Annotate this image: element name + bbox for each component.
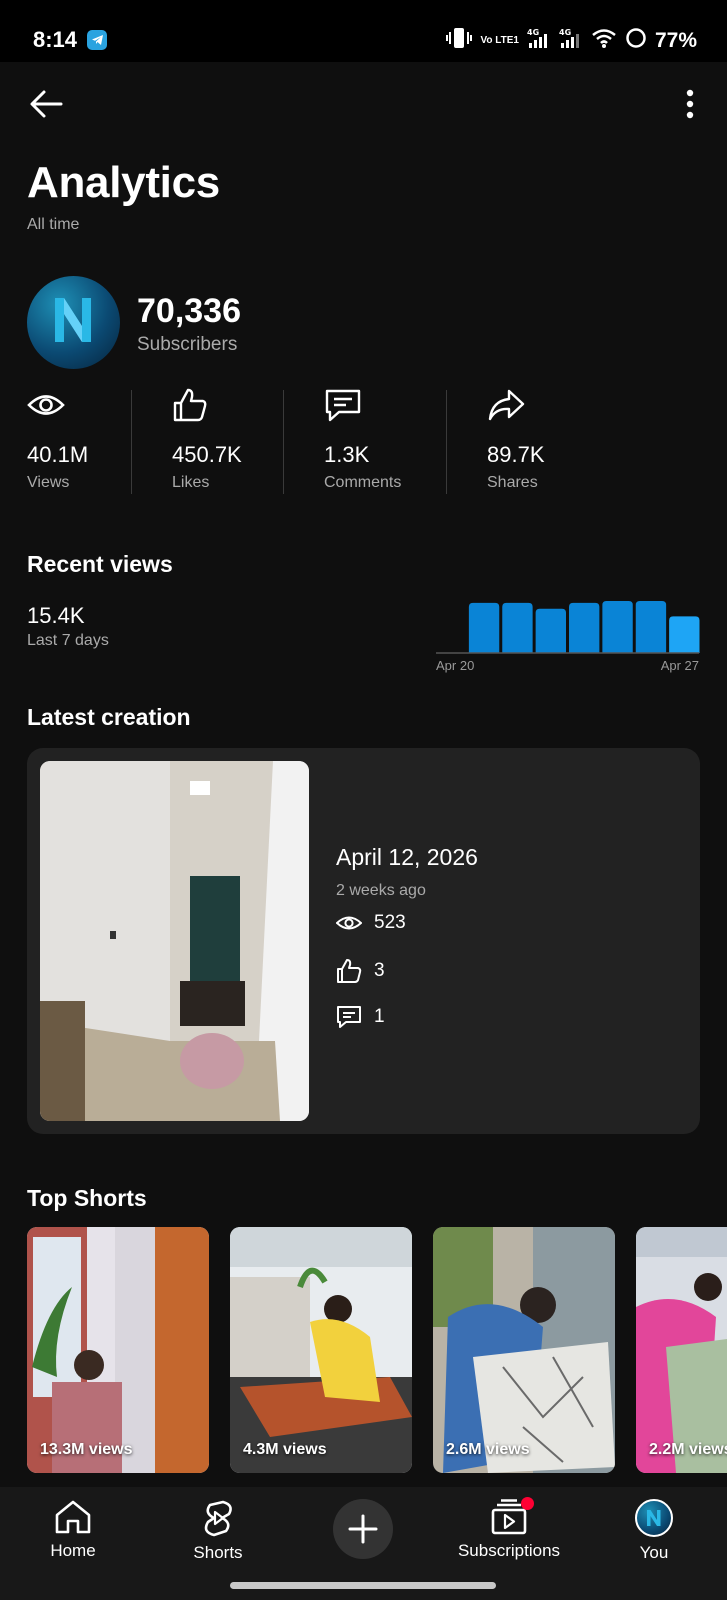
eye-icon (336, 916, 362, 930)
stat-label: Comments (324, 474, 402, 491)
chart-bar (602, 601, 633, 653)
short-thumbnail[interactable]: 2.6M views (433, 1227, 615, 1473)
more-options-button[interactable] (668, 84, 712, 124)
stat-label: Views (27, 474, 70, 491)
volte-label: Vo LTE1 (480, 35, 519, 46)
more-vert-icon (686, 89, 694, 119)
short-views-label: 13.3M views (40, 1441, 133, 1458)
stat-value: 1.3K (324, 442, 370, 467)
divider (131, 390, 132, 494)
share-icon (488, 389, 525, 421)
comment-icon (337, 1006, 361, 1028)
eye-icon (27, 395, 65, 415)
signal-2-icon: 4G (559, 27, 583, 55)
nav-subscriptions-label: Subscriptions (457, 1541, 561, 1560)
latest-video-likes: 3 (336, 958, 385, 984)
latest-video-views-value: 523 (374, 912, 406, 933)
nav-shorts-label: Shorts (193, 1543, 243, 1562)
chart-bar (502, 602, 533, 653)
stat-value: 89.7K (487, 442, 545, 467)
nav-shorts[interactable]: Shorts (158, 1499, 278, 1563)
you-avatar (635, 1499, 673, 1537)
svg-text:4G: 4G (559, 28, 571, 37)
short-thumbnail[interactable]: 4.3M views (230, 1227, 412, 1473)
divider (446, 390, 447, 494)
signal-1-icon: 4G (527, 27, 551, 55)
chart-bar (669, 616, 700, 653)
recent-views-period: Last 7 days (27, 632, 109, 649)
stat-label: Shares (487, 474, 538, 491)
plus-icon (348, 1514, 378, 1544)
status-bar: 8:14 Vo LTE1 4G 4G 77% (0, 0, 727, 62)
channel-avatar (27, 276, 120, 369)
home-icon (55, 1500, 91, 1534)
nav-subscriptions[interactable]: Subscriptions (449, 1497, 569, 1561)
x-tick-label: Apr 27 (661, 658, 699, 673)
latest-creation-heading: Latest creation (27, 704, 191, 730)
wifi-icon (591, 27, 617, 55)
vibrate-icon (446, 27, 473, 55)
latest-video-comments: 1 (336, 1004, 385, 1030)
top-shorts-heading: Top Shorts (27, 1185, 147, 1211)
chart-bar (468, 602, 500, 653)
shorts-icon (204, 1500, 232, 1537)
subscriber-count: 70,336 (137, 292, 241, 330)
stat-value: 40.1M (27, 442, 89, 467)
x-tick-label: Apr 20 (436, 658, 474, 673)
thumb-up-icon (337, 959, 362, 983)
create-button[interactable] (333, 1499, 393, 1559)
recent-views-heading: Recent views (27, 551, 173, 577)
divider (283, 390, 284, 494)
date-range-label: All time (27, 216, 80, 233)
stat-label: Likes (172, 474, 210, 491)
recent-views-value: 15.4K (27, 603, 85, 628)
latest-video-date: April 12, 2026 (336, 844, 478, 870)
recent-views-chart[interactable]: Apr 20 Apr 27 (434, 590, 701, 675)
short-views-label: 4.3M views (243, 1441, 327, 1458)
subscriber-label: Subscribers (137, 334, 238, 355)
svg-text:4G: 4G (527, 28, 539, 37)
latest-video-comments-value: 1 (374, 1006, 385, 1027)
status-time: 8:14 (33, 27, 78, 52)
status-indicators: Vo LTE1 4G 4G 77% (446, 27, 697, 55)
short-thumbnail[interactable]: 13.3M views (27, 1227, 209, 1473)
page-title: Analytics (27, 158, 220, 207)
home-indicator[interactable] (230, 1582, 496, 1589)
latest-video-thumbnail[interactable] (40, 761, 309, 1121)
back-button[interactable] (24, 84, 68, 124)
nav-home-label: Home (50, 1541, 96, 1560)
latest-video-views: 523 (336, 912, 406, 934)
subscriptions-icon-wrap (490, 1497, 534, 1535)
latest-creation-card[interactable]: April 12, 2026 2 weeks ago 523 3 1 (27, 748, 700, 1134)
telegram-icon (87, 30, 107, 50)
short-thumbnail[interactable]: 2.2M views (636, 1227, 727, 1473)
chart-bar (635, 601, 667, 653)
top-shorts-row[interactable]: 13.3M views 4.3M views 2.6M views 2.2M v… (27, 1227, 727, 1473)
latest-video-ago: 2 weeks ago (336, 882, 426, 899)
latest-video-likes-value: 3 (374, 960, 385, 981)
short-views-label: 2.6M views (446, 1441, 530, 1458)
short-views-label: 2.2M views (649, 1441, 727, 1458)
chart-bar (569, 602, 600, 653)
thumb-up-icon (173, 388, 207, 422)
comment-icon (325, 389, 361, 422)
notification-dot (521, 1497, 534, 1510)
nav-you-label: You (639, 1543, 669, 1562)
nav-home[interactable]: Home (13, 1499, 133, 1561)
battery-percent: 77% (654, 29, 697, 52)
nav-you[interactable]: You (594, 1499, 714, 1563)
stat-value: 450.7K (172, 442, 242, 467)
battery-ring-icon (625, 27, 647, 55)
chart-bar (535, 608, 566, 653)
arrow-back-icon (30, 90, 63, 118)
